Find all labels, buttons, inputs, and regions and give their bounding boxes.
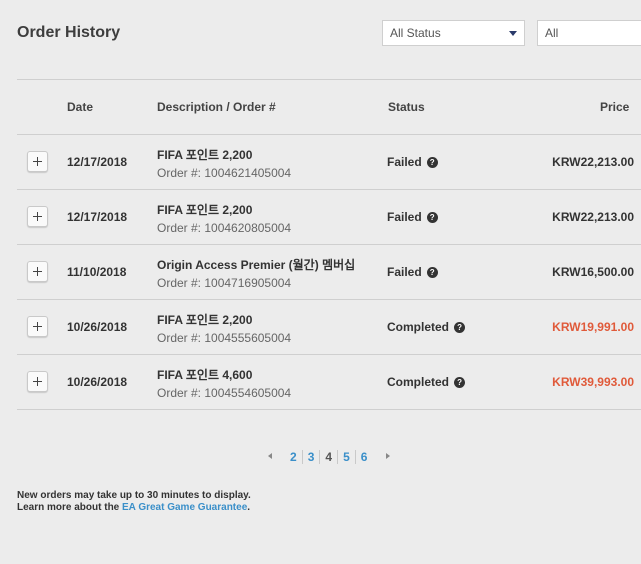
footer-guarantee-suffix: . <box>247 502 251 513</box>
order-number: Order #: 1004716905004 <box>157 276 292 290</box>
order-date: 10/26/2018 <box>67 320 128 334</box>
page-link-3[interactable]: 3 <box>301 450 320 464</box>
order-status-label: Completed <box>387 320 450 334</box>
footer-guarantee-note: Learn more about the EA Great Game Guara… <box>17 502 251 514</box>
order-description: Origin Access Premier (월간) 멤버십 <box>157 258 356 272</box>
question-circle-icon[interactable]: ? <box>454 322 466 333</box>
date-filter-value: All <box>545 26 559 40</box>
triangle-left-icon[interactable] <box>268 453 272 459</box>
question-circle-icon[interactable]: ? <box>426 267 438 278</box>
table-row: 10/26/2018 FIFA 포인트 4,600 Order #: 10045… <box>17 355 641 410</box>
order-status-label: Failed <box>387 155 422 169</box>
page-link-6[interactable]: 6 <box>354 450 373 464</box>
order-status-label: Failed <box>387 265 422 279</box>
column-header-date: Date <box>67 100 94 114</box>
table-row: 10/26/2018 FIFA 포인트 2,200 Order #: 10045… <box>17 300 641 355</box>
order-status: Failed? <box>387 155 438 169</box>
header-divider <box>17 79 641 80</box>
plus-icon[interactable] <box>27 371 48 392</box>
order-number: Order #: 1004620805004 <box>157 221 292 235</box>
pagination: 23456 <box>268 450 391 464</box>
plus-icon[interactable] <box>27 206 48 227</box>
row-divider <box>17 409 641 410</box>
order-description: FIFA 포인트 2,200 <box>157 148 253 162</box>
table-row: 12/17/2018 FIFA 포인트 2,200 Order #: 10046… <box>17 190 641 245</box>
date-filter-dropdown[interactable]: All <box>537 20 641 46</box>
column-header-description: Description / Order # <box>157 100 276 114</box>
order-price: KRW16,500.00 <box>552 265 634 279</box>
order-description: FIFA 포인트 2,200 <box>157 313 253 327</box>
order-description: FIFA 포인트 4,600 <box>157 368 253 382</box>
order-price: KRW19,991.00 <box>552 320 634 334</box>
column-header-status: Status <box>388 100 425 114</box>
caret-down-icon <box>509 31 517 36</box>
triangle-right-icon[interactable] <box>386 453 391 459</box>
plus-icon[interactable] <box>27 316 48 337</box>
order-status: Failed? <box>387 210 438 224</box>
footer-note: New orders may take up to 30 minutes to … <box>17 490 251 514</box>
page-link-5[interactable]: 5 <box>337 450 355 464</box>
order-date: 12/17/2018 <box>67 210 128 224</box>
order-date: 12/17/2018 <box>67 155 128 169</box>
column-header-price: Price <box>600 100 630 114</box>
status-filter-value: All Status <box>390 26 441 40</box>
order-status: Failed? <box>387 265 438 279</box>
order-price: KRW22,213.00 <box>552 210 634 224</box>
order-price: KRW39,993.00 <box>552 375 634 389</box>
page-link-2[interactable]: 2 <box>290 450 302 464</box>
order-date: 10/26/2018 <box>67 375 128 389</box>
footer-guarantee-prefix: Learn more about the <box>17 502 123 513</box>
question-circle-icon[interactable]: ? <box>426 157 438 168</box>
table-row: 11/10/2018 Origin Access Premier (월간) 멤버… <box>17 245 641 300</box>
order-date: 11/10/2018 <box>67 265 127 279</box>
order-status: Completed? <box>387 320 466 334</box>
question-circle-icon[interactable]: ? <box>426 212 438 223</box>
order-status: Completed? <box>387 375 466 389</box>
page-title: Order History <box>17 24 121 41</box>
order-history-page: Order History All Status All Date Descri… <box>0 0 641 564</box>
status-filter-dropdown[interactable]: All Status <box>382 20 525 46</box>
question-circle-icon[interactable]: ? <box>454 377 466 388</box>
table-row: 12/17/2018 FIFA 포인트 2,200 Order #: 10046… <box>17 135 641 190</box>
page-current-4: 4 <box>319 450 337 464</box>
footer-processing-note: New orders may take up to 30 minutes to … <box>17 490 251 501</box>
order-number: Order #: 1004554605004 <box>157 386 292 400</box>
order-number: Order #: 1004621405004 <box>157 166 292 180</box>
order-status-label: Failed <box>387 210 422 224</box>
plus-icon[interactable] <box>27 151 48 172</box>
order-status-label: Completed <box>387 375 450 389</box>
order-number: Order #: 1004555605004 <box>157 331 292 345</box>
plus-icon[interactable] <box>27 261 48 282</box>
order-price: KRW22,213.00 <box>552 155 634 169</box>
ea-great-game-guarantee-link[interactable]: EA Great Game Guarantee <box>122 502 247 513</box>
order-description: FIFA 포인트 2,200 <box>157 203 253 217</box>
